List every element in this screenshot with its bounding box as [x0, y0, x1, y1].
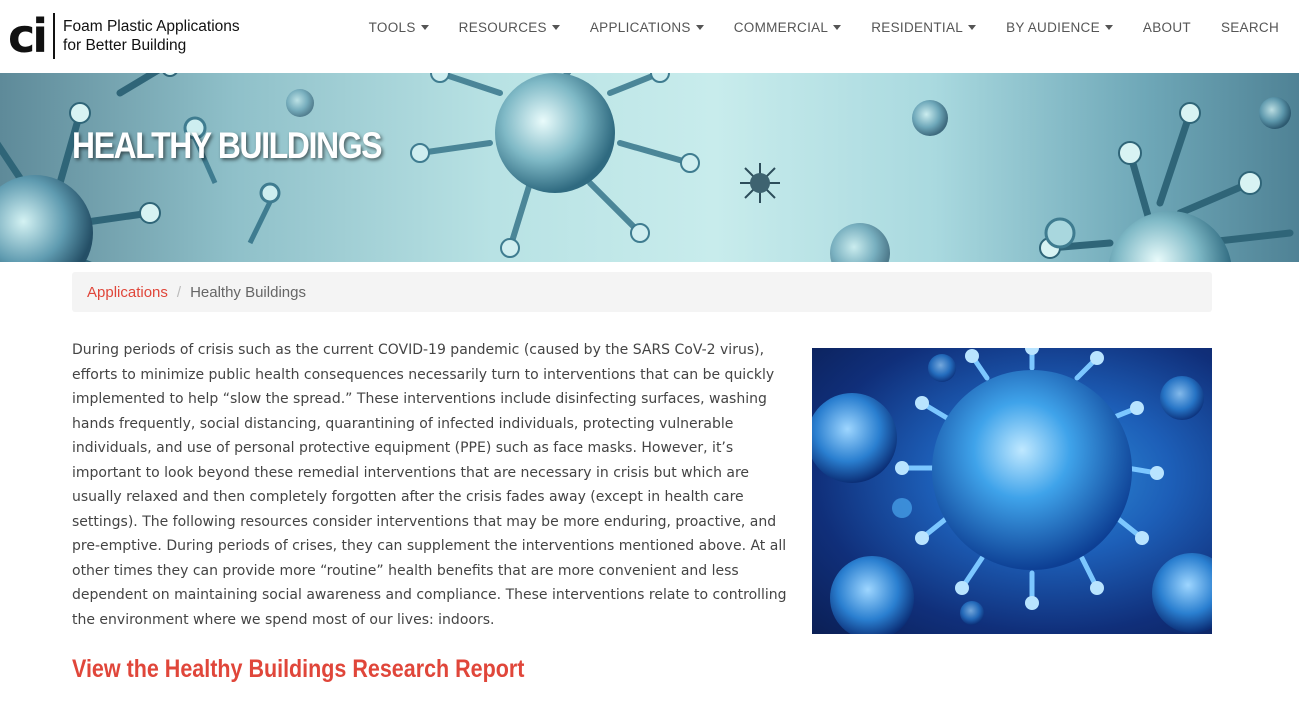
hero-banner: HEALTHY BUILDINGS: [0, 73, 1299, 262]
breadcrumb-separator: /: [176, 283, 182, 301]
nav-item-search[interactable]: SEARCH: [1221, 20, 1279, 35]
nav-item-label: RESIDENTIAL: [871, 20, 964, 35]
chevron-down-icon: [833, 25, 842, 30]
logo-line-1: Foam Plastic Applications: [63, 18, 240, 35]
nav-item-label: APPLICATIONS: [589, 20, 691, 35]
logo-divider: [53, 13, 56, 59]
nav-item-applications[interactable]: APPLICATIONS: [590, 20, 704, 35]
nav-item-label: RESOURCES: [458, 20, 547, 35]
nav-item-label: BY AUDIENCE: [1006, 20, 1100, 35]
chevron-down-icon: [1104, 25, 1113, 30]
site-header: ci Foam Plastic Applications for Better …: [0, 0, 1299, 73]
breadcrumb-link-applications[interactable]: Applications: [87, 284, 168, 301]
chevron-down-icon: [551, 25, 560, 30]
logo-text: Foam Plastic Applications for Better Bui…: [63, 17, 240, 55]
main-nav: TOOLS RESOURCES APPLICATIONS COMMERCIAL …: [339, 20, 1279, 35]
coronavirus-image: [812, 348, 1212, 634]
nav-item-label: SEARCH: [1220, 20, 1279, 35]
chevron-down-icon: [968, 25, 977, 30]
chevron-down-icon: [420, 25, 429, 30]
site-logo[interactable]: ci Foam Plastic Applications for Better …: [8, 13, 240, 59]
nav-item-by-audience[interactable]: BY AUDIENCE: [1006, 20, 1113, 35]
breadcrumb-current: Healthy Buildings: [190, 283, 306, 301]
nav-item-about[interactable]: ABOUT: [1143, 20, 1191, 35]
breadcrumb: Applications / Healthy Buildings: [72, 272, 1212, 312]
coronavirus-illustration: [812, 348, 1212, 634]
nav-item-label: TOOLS: [368, 20, 416, 35]
logo-line-2: for Better Building: [63, 37, 187, 54]
research-report-link[interactable]: View the Healthy Buildings Research Repo…: [72, 655, 524, 684]
intro-paragraph: During periods of crisis such as the cur…: [72, 342, 787, 628]
nav-item-residential[interactable]: RESIDENTIAL: [871, 20, 977, 35]
nav-item-resources[interactable]: RESOURCES: [459, 20, 560, 35]
nav-item-label: ABOUT: [1142, 20, 1191, 35]
page-title: HEALTHY BUILDINGS: [72, 125, 383, 166]
chevron-down-icon: [695, 25, 704, 30]
virus-banner-illustration: [0, 73, 1294, 262]
nav-item-commercial[interactable]: COMMERCIAL: [734, 20, 842, 35]
nav-item-tools[interactable]: TOOLS: [369, 20, 429, 35]
logo-mark: ci: [8, 9, 48, 63]
nav-item-label: COMMERCIAL: [733, 20, 829, 35]
